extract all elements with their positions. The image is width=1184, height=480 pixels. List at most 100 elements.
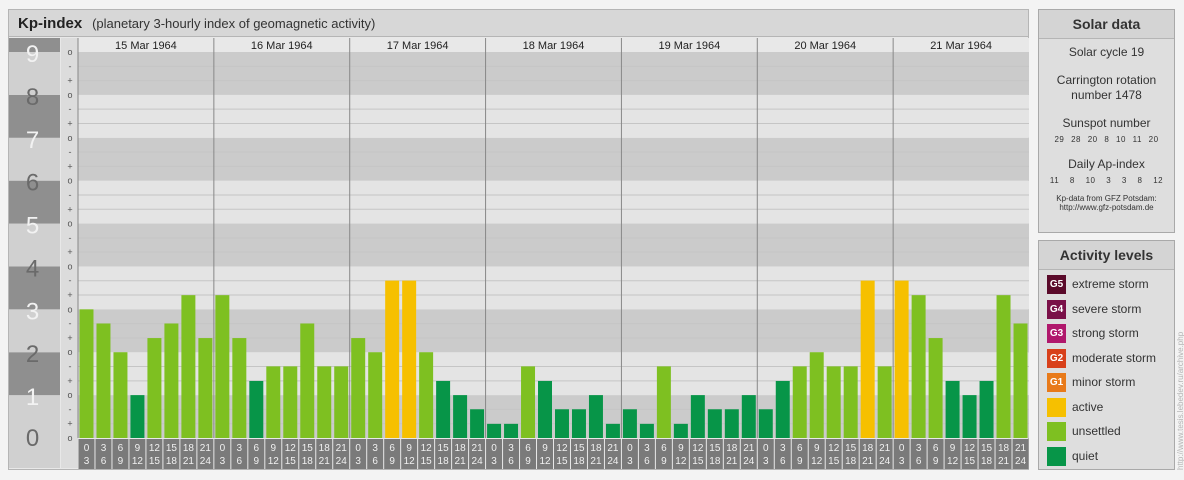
sunspot-values: 29 28 20 8 10 11 20 bbox=[1054, 135, 1159, 144]
legend-swatch bbox=[1047, 422, 1066, 442]
source-watermark: http://www.tesis.lebedev.ru/archive.php bbox=[1176, 331, 1184, 470]
minor-mark: + bbox=[67, 290, 72, 300]
interval-end-label: 12 bbox=[675, 456, 687, 467]
interval-end-label: 3 bbox=[220, 456, 226, 467]
kp-bar bbox=[945, 380, 960, 438]
kp-bar bbox=[368, 352, 383, 438]
minor-mark: o bbox=[67, 433, 72, 443]
interval-end-label: 12 bbox=[539, 456, 551, 467]
interval-start-label: 3 bbox=[237, 443, 243, 454]
ytick-label: 9 bbox=[26, 41, 39, 68]
interval-start-label: 18 bbox=[590, 443, 602, 454]
kp-bar bbox=[707, 409, 722, 438]
ytick-label: 6 bbox=[26, 170, 39, 197]
interval-start-label: 21 bbox=[336, 443, 348, 454]
kp-bar bbox=[979, 380, 994, 438]
kp-bar bbox=[724, 409, 739, 438]
interval-start-label: 21 bbox=[607, 443, 619, 454]
kp-bar bbox=[571, 409, 586, 438]
minor-mark: - bbox=[69, 61, 72, 71]
interval-end-label: 6 bbox=[372, 456, 378, 467]
interval-end-label: 3 bbox=[627, 456, 633, 467]
kp-bar bbox=[453, 395, 468, 438]
interval-start-label: 6 bbox=[525, 443, 531, 454]
chart-header: Kp-index (planetary 3-hourly index of ge… bbox=[8, 9, 1029, 37]
kp-bar bbox=[690, 395, 705, 438]
minor-mark: - bbox=[69, 147, 72, 157]
minor-mark: o bbox=[67, 304, 72, 314]
interval-end-label: 18 bbox=[438, 456, 450, 467]
kp-bar bbox=[911, 295, 926, 438]
kp-bar bbox=[504, 423, 519, 438]
interval-start-label: 6 bbox=[797, 443, 803, 454]
interval-end-label: 24 bbox=[336, 456, 348, 467]
interval-start-label: 9 bbox=[814, 443, 820, 454]
interval-end-label: 24 bbox=[743, 456, 755, 467]
kp-band bbox=[78, 180, 1029, 224]
interval-start-label: 9 bbox=[950, 443, 956, 454]
minor-mark: o bbox=[67, 176, 72, 186]
interval-start-label: 6 bbox=[118, 443, 124, 454]
kp-bar bbox=[741, 395, 756, 438]
kp-bar bbox=[656, 366, 671, 438]
interval-start-label: 18 bbox=[183, 443, 195, 454]
ytick-label: 7 bbox=[26, 127, 39, 154]
minor-mark: o bbox=[67, 219, 72, 229]
kp-bar bbox=[436, 380, 451, 438]
interval-start-label: 21 bbox=[200, 443, 212, 454]
minor-mark: + bbox=[67, 333, 72, 343]
ap-label: Daily Ap-index bbox=[1068, 157, 1145, 171]
interval-start-label: 6 bbox=[933, 443, 939, 454]
legend-swatch: G2 bbox=[1047, 348, 1066, 368]
interval-start-label: 18 bbox=[726, 443, 738, 454]
kp-bar bbox=[181, 295, 196, 438]
interval-end-label: 3 bbox=[763, 456, 769, 467]
minor-mark: + bbox=[67, 204, 72, 214]
kp-bar bbox=[215, 295, 230, 438]
interval-end-label: 15 bbox=[692, 456, 704, 467]
minor-mark: + bbox=[67, 247, 72, 257]
legend-label: minor storm bbox=[1072, 375, 1136, 389]
interval-end-label: 12 bbox=[268, 456, 280, 467]
minor-mark: - bbox=[69, 190, 72, 200]
kp-band bbox=[78, 52, 1029, 95]
interval-end-label: 18 bbox=[166, 456, 178, 467]
interval-start-label: 12 bbox=[556, 443, 568, 454]
kp-bar bbox=[130, 395, 145, 438]
interval-end-label: 15 bbox=[964, 456, 976, 467]
interval-end-label: 3 bbox=[355, 456, 361, 467]
ytick-label: 5 bbox=[26, 213, 39, 240]
ytick-label: 1 bbox=[26, 384, 39, 411]
interval-end-label: 18 bbox=[981, 456, 993, 467]
interval-end-label: 12 bbox=[132, 456, 144, 467]
kp-bar bbox=[826, 366, 841, 438]
minor-mark: + bbox=[67, 161, 72, 171]
minor-mark: o bbox=[67, 90, 72, 100]
interval-start-label: 21 bbox=[1015, 443, 1027, 454]
kp-chart: 0123456789o+-o+-o+-o+-o+-o+-o+-o+-o+-o 15… bbox=[9, 38, 1029, 469]
legend-item-extreme-storm: G5 extreme storm bbox=[1047, 274, 1149, 295]
kp-bar bbox=[79, 309, 94, 438]
legend-label: unsettled bbox=[1072, 424, 1121, 438]
kp-bar bbox=[232, 338, 247, 438]
interval-end-label: 9 bbox=[661, 456, 667, 467]
interval-start-label: 12 bbox=[421, 443, 433, 454]
interval-end-label: 21 bbox=[183, 456, 195, 467]
kp-bar bbox=[487, 423, 502, 438]
interval-end-label: 24 bbox=[1015, 456, 1027, 467]
day-label: 17 Mar 1964 bbox=[387, 40, 449, 52]
source-line2[interactable]: http://www.gfz-potsdam.de bbox=[1039, 203, 1174, 212]
minor-mark: - bbox=[69, 404, 72, 414]
minor-mark: - bbox=[69, 233, 72, 243]
interval-start-label: 18 bbox=[319, 443, 331, 454]
interval-end-label: 24 bbox=[200, 456, 212, 467]
interval-end-label: 15 bbox=[421, 456, 433, 467]
kp-bar bbox=[809, 352, 824, 438]
kp-bar bbox=[147, 338, 162, 438]
day-label: 21 Mar 1964 bbox=[930, 40, 992, 52]
minor-mark: o bbox=[67, 347, 72, 357]
kp-bar bbox=[164, 323, 179, 438]
interval-start-label: 15 bbox=[573, 443, 585, 454]
minor-mark: + bbox=[67, 76, 72, 86]
kp-bar bbox=[266, 366, 281, 438]
